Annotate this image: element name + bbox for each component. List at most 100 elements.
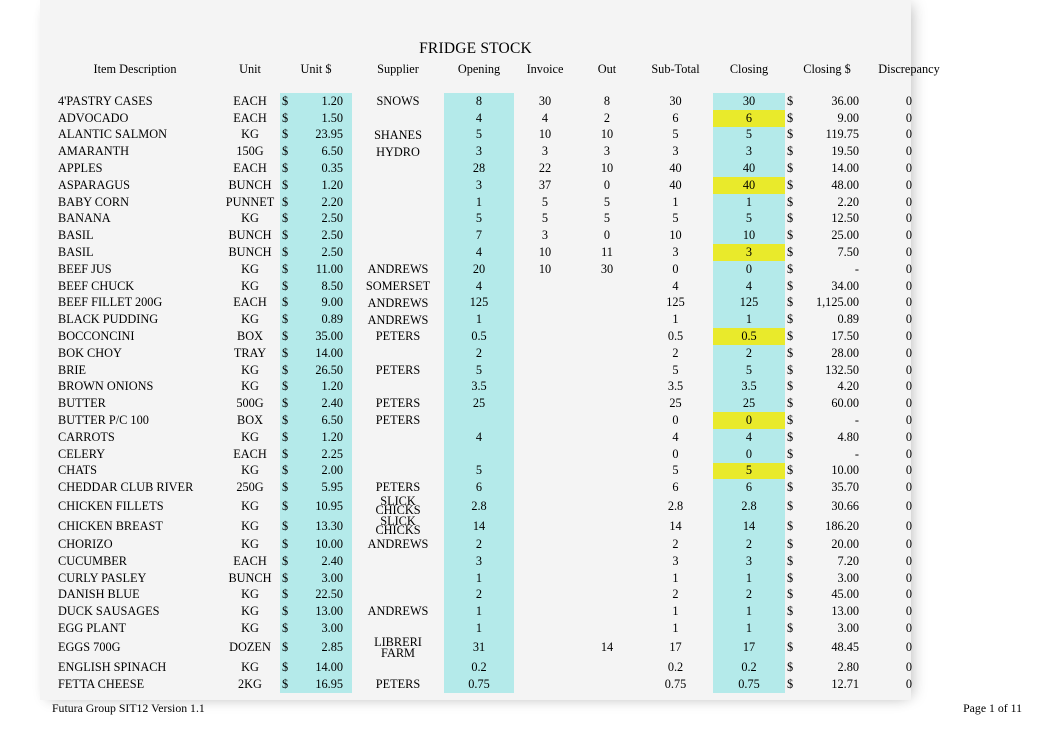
cell-subtotal[interactable]: 3 bbox=[638, 143, 713, 160]
cell-subtotal[interactable]: 25 bbox=[638, 395, 713, 412]
cell-discrepancy[interactable]: 0 bbox=[869, 587, 949, 604]
cell-unit[interactable]: KG bbox=[220, 429, 280, 446]
cell-discrepancy[interactable]: 0 bbox=[869, 177, 949, 194]
cell-desc[interactable]: CHATS bbox=[50, 463, 220, 480]
cell-supplier[interactable] bbox=[352, 244, 444, 261]
cell-supplier[interactable]: PETERS bbox=[352, 676, 444, 693]
cell-price[interactable]: 11.00 bbox=[300, 260, 352, 278]
cell-opening[interactable]: 125 bbox=[444, 294, 514, 312]
cell-supplier[interactable]: PETERS bbox=[352, 328, 444, 345]
cell-opening[interactable]: 28 bbox=[444, 160, 514, 177]
cell-discrepancy[interactable]: 0 bbox=[869, 362, 949, 379]
cell-price[interactable]: 13.30 bbox=[300, 516, 352, 537]
cell-price[interactable]: 10.00 bbox=[300, 536, 352, 553]
cell-discrepancy[interactable]: 0 bbox=[869, 479, 949, 496]
cell-price[interactable]: 6.50 bbox=[300, 412, 352, 429]
cell-desc[interactable]: BOCCONCINI bbox=[50, 328, 220, 345]
cell-desc[interactable]: BROWN ONIONS bbox=[50, 379, 220, 396]
cell-out[interactable] bbox=[576, 587, 638, 604]
cell-desc[interactable]: ENGLISH SPINACH bbox=[50, 659, 220, 676]
cell-invoice[interactable] bbox=[514, 536, 576, 553]
cell-closing_dollar[interactable]: 14.00 bbox=[807, 160, 869, 177]
cell-supplier[interactable] bbox=[352, 570, 444, 587]
cell-closing[interactable]: 1 bbox=[713, 620, 785, 637]
cell-subtotal[interactable]: 2 bbox=[638, 536, 713, 553]
cell-unit[interactable]: TRAY bbox=[220, 345, 280, 362]
cell-price[interactable]: 14.00 bbox=[300, 344, 352, 362]
cell-unit[interactable]: KG bbox=[220, 261, 280, 278]
cell-discrepancy[interactable]: 0 bbox=[869, 463, 949, 480]
cell-opening[interactable]: 4 bbox=[444, 428, 514, 446]
cell-closing[interactable]: 3 bbox=[713, 244, 785, 261]
cell-price[interactable]: 0.35 bbox=[300, 160, 352, 177]
cell-closing_dollar[interactable]: 2.80 bbox=[807, 659, 869, 676]
cell-supplier[interactable]: HYDRO bbox=[352, 143, 444, 160]
cell-out[interactable] bbox=[576, 479, 638, 496]
cell-subtotal[interactable]: 30 bbox=[638, 93, 713, 110]
cell-closing_dollar[interactable]: 3.00 bbox=[807, 570, 869, 587]
cell-invoice[interactable] bbox=[514, 603, 576, 620]
cell-unit[interactable]: DOZEN bbox=[220, 637, 280, 659]
cell-out[interactable] bbox=[576, 553, 638, 570]
cell-subtotal[interactable]: 0 bbox=[638, 412, 713, 429]
cell-price[interactable]: 2.00 bbox=[300, 462, 352, 480]
cell-invoice[interactable] bbox=[514, 278, 576, 295]
cell-supplier[interactable] bbox=[352, 429, 444, 446]
cell-closing_dollar[interactable]: 36.00 bbox=[807, 93, 869, 110]
cell-subtotal[interactable]: 40 bbox=[638, 177, 713, 194]
cell-supplier[interactable] bbox=[352, 345, 444, 362]
cell-closing[interactable]: 1 bbox=[713, 193, 785, 211]
cell-out[interactable] bbox=[576, 496, 638, 516]
cell-closing[interactable]: 10 bbox=[713, 227, 785, 245]
cell-price[interactable]: 6.50 bbox=[300, 143, 352, 161]
cell-unit[interactable]: EACH bbox=[220, 553, 280, 570]
cell-supplier[interactable] bbox=[352, 587, 444, 604]
cell-subtotal[interactable]: 3.5 bbox=[638, 379, 713, 396]
cell-closing[interactable]: 5 bbox=[713, 361, 785, 379]
cell-out[interactable]: 2 bbox=[576, 110, 638, 127]
cell-price[interactable]: 0.89 bbox=[300, 311, 352, 329]
cell-closing[interactable]: 1 bbox=[713, 603, 785, 621]
cell-unit[interactable]: KG bbox=[220, 463, 280, 480]
cell-unit[interactable]: EACH bbox=[220, 93, 280, 110]
cell-discrepancy[interactable]: 0 bbox=[869, 194, 949, 211]
cell-closing_dollar[interactable]: 20.00 bbox=[807, 536, 869, 553]
cell-out[interactable]: 11 bbox=[576, 244, 638, 261]
cell-opening[interactable] bbox=[444, 445, 514, 463]
cell-closing_dollar[interactable]: 7.50 bbox=[807, 244, 869, 261]
cell-price[interactable]: 3.00 bbox=[300, 569, 352, 587]
cell-supplier[interactable] bbox=[352, 227, 444, 244]
cell-opening[interactable]: 1 bbox=[444, 311, 514, 329]
cell-closing[interactable]: 14 bbox=[713, 516, 785, 537]
cell-closing_dollar[interactable]: 10.00 bbox=[807, 463, 869, 480]
cell-discrepancy[interactable]: 0 bbox=[869, 244, 949, 261]
cell-desc[interactable]: BOK CHOY bbox=[50, 345, 220, 362]
cell-subtotal[interactable]: 3 bbox=[638, 244, 713, 261]
cell-invoice[interactable]: 10 bbox=[514, 127, 576, 144]
cell-subtotal[interactable]: 1 bbox=[638, 603, 713, 620]
cell-supplier[interactable]: ANDREWS bbox=[352, 603, 444, 620]
cell-out[interactable]: 5 bbox=[576, 194, 638, 211]
cell-price[interactable]: 16.95 bbox=[300, 675, 352, 693]
cell-price[interactable]: 2.40 bbox=[300, 552, 352, 570]
cell-supplier[interactable] bbox=[352, 446, 444, 463]
cell-closing[interactable]: 4 bbox=[713, 428, 785, 446]
cell-subtotal[interactable]: 10 bbox=[638, 227, 713, 244]
cell-closing[interactable]: 2 bbox=[713, 586, 785, 604]
cell-closing[interactable]: 2 bbox=[713, 536, 785, 553]
cell-opening[interactable]: 14 bbox=[444, 516, 514, 537]
cell-opening[interactable]: 25 bbox=[444, 395, 514, 413]
cell-subtotal[interactable]: 40 bbox=[638, 160, 713, 177]
cell-unit[interactable]: KG bbox=[220, 603, 280, 620]
cell-discrepancy[interactable]: 0 bbox=[869, 659, 949, 676]
cell-closing_dollar[interactable]: 48.00 bbox=[807, 177, 869, 194]
cell-discrepancy[interactable]: 0 bbox=[869, 395, 949, 412]
cell-supplier[interactable]: SOMERSET bbox=[352, 278, 444, 295]
cell-desc[interactable]: BABY CORN bbox=[50, 194, 220, 211]
cell-opening[interactable]: 5 bbox=[444, 462, 514, 480]
cell-subtotal[interactable]: 5 bbox=[638, 211, 713, 228]
cell-unit[interactable]: 2KG bbox=[220, 676, 280, 693]
cell-opening[interactable]: 0.75 bbox=[444, 675, 514, 693]
cell-opening[interactable]: 4 bbox=[444, 277, 514, 295]
cell-unit[interactable]: EACH bbox=[220, 446, 280, 463]
